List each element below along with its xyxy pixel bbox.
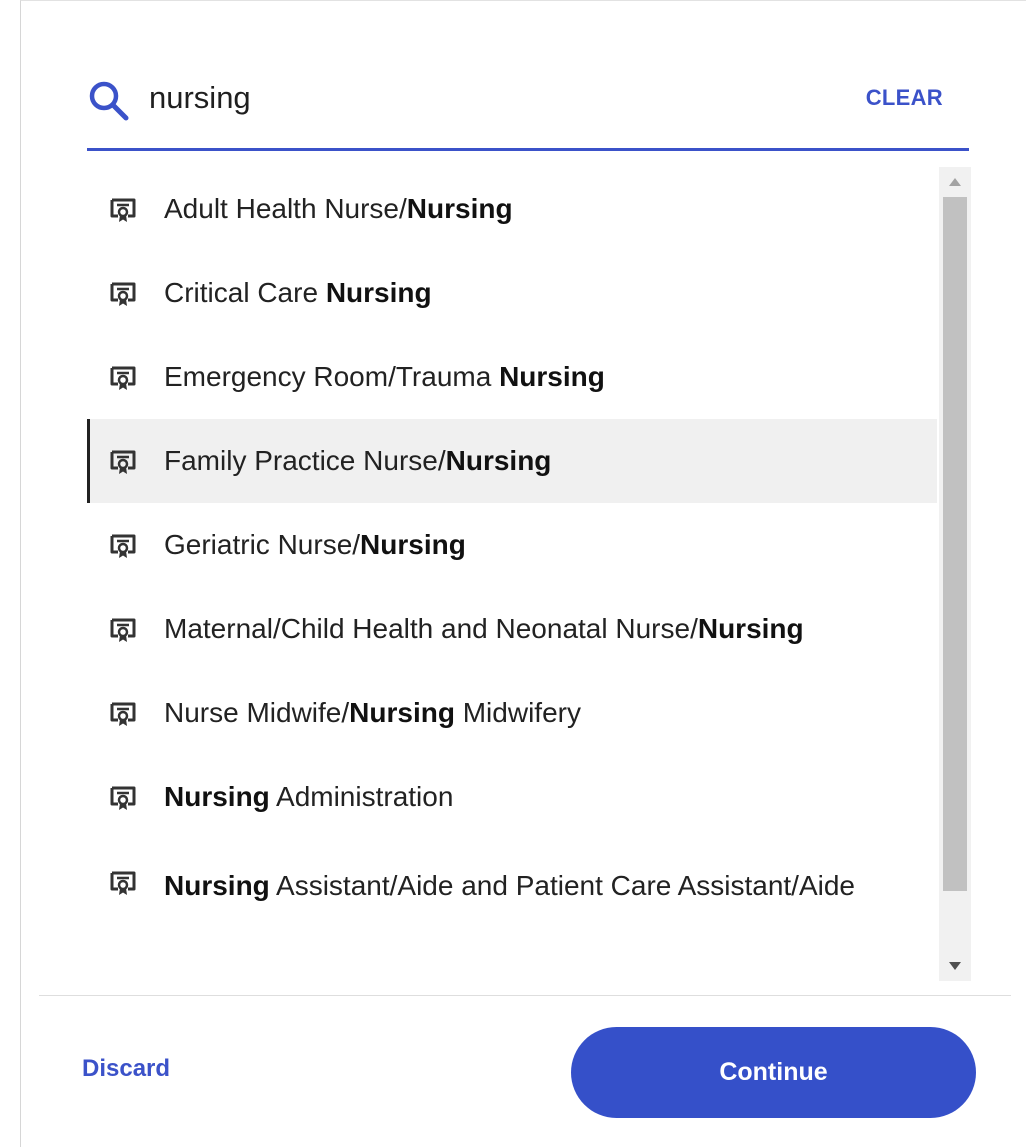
scroll-up-arrow[interactable]: [939, 169, 971, 195]
result-item[interactable]: Nursing Administration: [87, 755, 937, 839]
continue-button[interactable]: Continue: [571, 1027, 976, 1118]
certificate-icon: [109, 280, 137, 308]
result-item[interactable]: Family Practice Nurse/Nursing: [87, 419, 937, 503]
certificate-icon: [109, 448, 137, 476]
result-label-match: Nursing: [164, 781, 270, 812]
scrollbar-thumb[interactable]: [943, 197, 967, 891]
result-label: Critical Care Nursing: [164, 274, 432, 312]
result-label-prefix: Geriatric Nurse/: [164, 529, 361, 560]
search-dialog: CLEAR Adult Health Nurse/NursingCritical…: [20, 0, 1026, 1147]
results-list: Adult Health Nurse/Nursing Critical Care …: [87, 167, 971, 981]
result-label-match: Nursing: [325, 277, 432, 308]
result-label-prefix: Adult Health Nurse/: [164, 193, 407, 224]
result-item[interactable]: Emergency Room/Trauma Nursing: [87, 335, 937, 419]
scroll-down-arrow[interactable]: [939, 953, 971, 979]
result-label: Geriatric Nurse/Nursing: [164, 526, 466, 564]
result-item[interactable]: Maternal/Child Health and Neonatal Nurse…: [87, 587, 937, 671]
result-item[interactable]: Nursing Assistant/Aide and Patient Care …: [87, 839, 937, 949]
result-label-prefix: Nurse Midwife/: [164, 697, 350, 728]
result-label: Nurse Midwife/Nursing Midwifery: [164, 694, 581, 732]
certificate-icon: [109, 532, 137, 560]
result-label-match: Nursing: [349, 697, 455, 728]
result-label-suffix: Administration: [269, 781, 454, 812]
search-input[interactable]: [149, 77, 789, 119]
certificate-icon: [109, 364, 137, 392]
discard-button[interactable]: Discard: [82, 1055, 170, 1083]
certificate-icon: [109, 784, 137, 812]
result-item[interactable]: Adult Health Nurse/Nursing: [87, 167, 937, 251]
clear-button[interactable]: CLEAR: [866, 85, 943, 111]
result-label-match: Nursing: [697, 613, 804, 644]
result-label-match: Nursing: [406, 193, 513, 224]
result-label: Family Practice Nurse/Nursing: [164, 442, 551, 480]
result-label-prefix: Emergency Room/Trauma: [164, 361, 500, 392]
result-label-match: Nursing: [164, 870, 270, 901]
results-items: Adult Health Nurse/Nursing Critical Care …: [87, 167, 937, 949]
result-label: Adult Health Nurse/Nursing: [164, 190, 513, 228]
result-label-suffix: Assistant/Aide and Patient Care Assistan…: [269, 870, 856, 901]
footer-divider: [39, 995, 1011, 996]
result-label: Nursing Assistant/Aide and Patient Care …: [164, 867, 855, 905]
result-item[interactable]: Geriatric Nurse/Nursing: [87, 503, 937, 587]
result-label-suffix: Midwifery: [454, 697, 581, 728]
certificate-icon: [109, 196, 137, 224]
result-label-prefix: Family Practice Nurse/: [164, 445, 446, 476]
result-label-prefix: Maternal/Child Health and Neonatal Nurse…: [164, 613, 698, 644]
result-item[interactable]: Nurse Midwife/Nursing Midwifery: [87, 671, 937, 755]
certificate-icon: [109, 616, 137, 644]
result-item[interactable]: Critical Care Nursing: [87, 251, 937, 335]
result-label: Maternal/Child Health and Neonatal Nurse…: [164, 610, 804, 648]
result-label-match: Nursing: [445, 445, 552, 476]
search-bar: CLEAR: [87, 59, 969, 151]
scrollbar[interactable]: [939, 167, 971, 981]
result-label-match: Nursing: [499, 361, 605, 392]
certificate-icon: [109, 700, 137, 728]
result-label: Nursing Administration: [164, 778, 453, 816]
result-label-prefix: Critical Care: [164, 277, 326, 308]
result-label-match: Nursing: [360, 529, 466, 560]
result-label: Emergency Room/Trauma Nursing: [164, 358, 605, 396]
certificate-icon: [109, 869, 137, 897]
search-icon: [87, 79, 131, 123]
